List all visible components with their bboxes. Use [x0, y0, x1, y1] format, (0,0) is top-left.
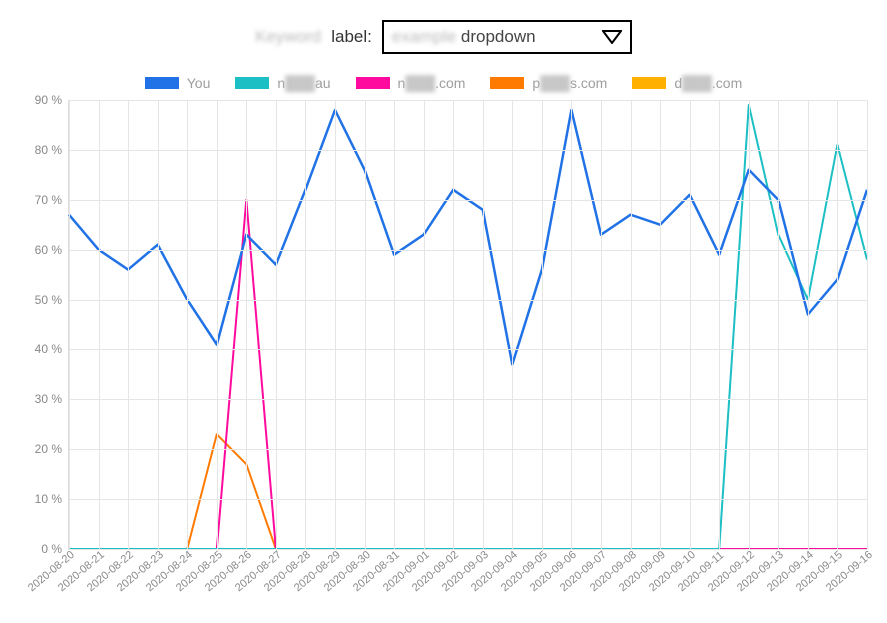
legend-label: n███.com [398, 75, 466, 91]
gridline-vertical [394, 100, 395, 549]
y-axis-label: 30 % [20, 392, 62, 406]
y-axis-label: 20 % [20, 442, 62, 456]
gridline-vertical [719, 100, 720, 549]
gridline-vertical [217, 100, 218, 549]
y-axis-label: 80 % [20, 143, 62, 157]
gridline-vertical [69, 100, 70, 549]
gridline-horizontal [69, 449, 867, 450]
dropdown-value: dropdown [461, 27, 536, 46]
chevron-down-icon [602, 30, 622, 44]
y-axis-label: 70 % [20, 193, 62, 207]
gridline-vertical [837, 100, 838, 549]
gridline-vertical [512, 100, 513, 549]
gridline-vertical [335, 100, 336, 549]
y-axis-label: 90 % [20, 93, 62, 107]
series-line [69, 110, 867, 364]
gridline-vertical [483, 100, 484, 549]
y-axis-label: 10 % [20, 492, 62, 506]
dropdown-value-blurred: example [392, 27, 456, 46]
legend-item[interactable]: d███.com [632, 75, 742, 91]
gridline-vertical [571, 100, 572, 549]
legend-item[interactable]: You [145, 75, 211, 91]
legend-label: d███.com [674, 75, 742, 91]
gridline-horizontal [69, 250, 867, 251]
gridline-vertical [808, 100, 809, 549]
gridline-vertical [453, 100, 454, 549]
legend-item[interactable]: n███.com [356, 75, 466, 91]
gridline-vertical [424, 100, 425, 549]
y-axis-label: 0 % [20, 542, 62, 556]
legend-label: You [187, 75, 211, 91]
chart-area: 2020-08-202020-08-212020-08-222020-08-23… [20, 100, 867, 605]
gridline-vertical [542, 100, 543, 549]
legend-item[interactable]: n███au [235, 75, 330, 91]
keyword-dropdown[interactable]: example dropdown [382, 20, 632, 54]
gridline-vertical [99, 100, 100, 549]
gridline-vertical [187, 100, 188, 549]
gridline-vertical [158, 100, 159, 549]
gridline-horizontal [69, 499, 867, 500]
gridline-vertical [690, 100, 691, 549]
plot-box [68, 100, 867, 550]
gridline-vertical [305, 100, 306, 549]
y-axis-label: 40 % [20, 342, 62, 356]
x-axis-labels: 2020-08-202020-08-212020-08-222020-08-23… [68, 555, 867, 610]
gridline-vertical [631, 100, 632, 549]
legend-swatch [356, 77, 390, 89]
gridline-vertical [601, 100, 602, 549]
gridline-vertical [276, 100, 277, 549]
page-root: Keyword label: example dropdown You n███a… [0, 0, 887, 623]
y-axis-label: 50 % [20, 293, 62, 307]
gridline-vertical [128, 100, 129, 549]
gridline-horizontal [69, 300, 867, 301]
gridline-vertical [749, 100, 750, 549]
legend-item[interactable]: p███s.com [490, 75, 607, 91]
gridline-horizontal [69, 399, 867, 400]
legend-swatch [235, 77, 269, 89]
legend-label: n███au [277, 75, 330, 91]
series-line [69, 434, 867, 549]
gridline-horizontal [69, 150, 867, 151]
gridline-vertical [867, 100, 868, 549]
filter-bar: Keyword label: example dropdown [0, 20, 887, 54]
series-line [69, 200, 867, 549]
legend-swatch [145, 77, 179, 89]
gridline-vertical [778, 100, 779, 549]
y-axis-label: 60 % [20, 243, 62, 257]
gridline-vertical [660, 100, 661, 549]
gridline-vertical [365, 100, 366, 549]
gridline-horizontal [69, 349, 867, 350]
filter-keyword-blurred: Keyword [255, 27, 321, 47]
gridline-horizontal [69, 200, 867, 201]
legend-swatch [490, 77, 524, 89]
chart-legend: You n███au n███.com p███s.com d███.com [0, 75, 887, 91]
chart-lines [69, 100, 867, 549]
legend-swatch [632, 77, 666, 89]
legend-label: p███s.com [532, 75, 607, 91]
filter-label: label: [331, 27, 372, 47]
gridline-horizontal [69, 100, 867, 101]
gridline-vertical [246, 100, 247, 549]
